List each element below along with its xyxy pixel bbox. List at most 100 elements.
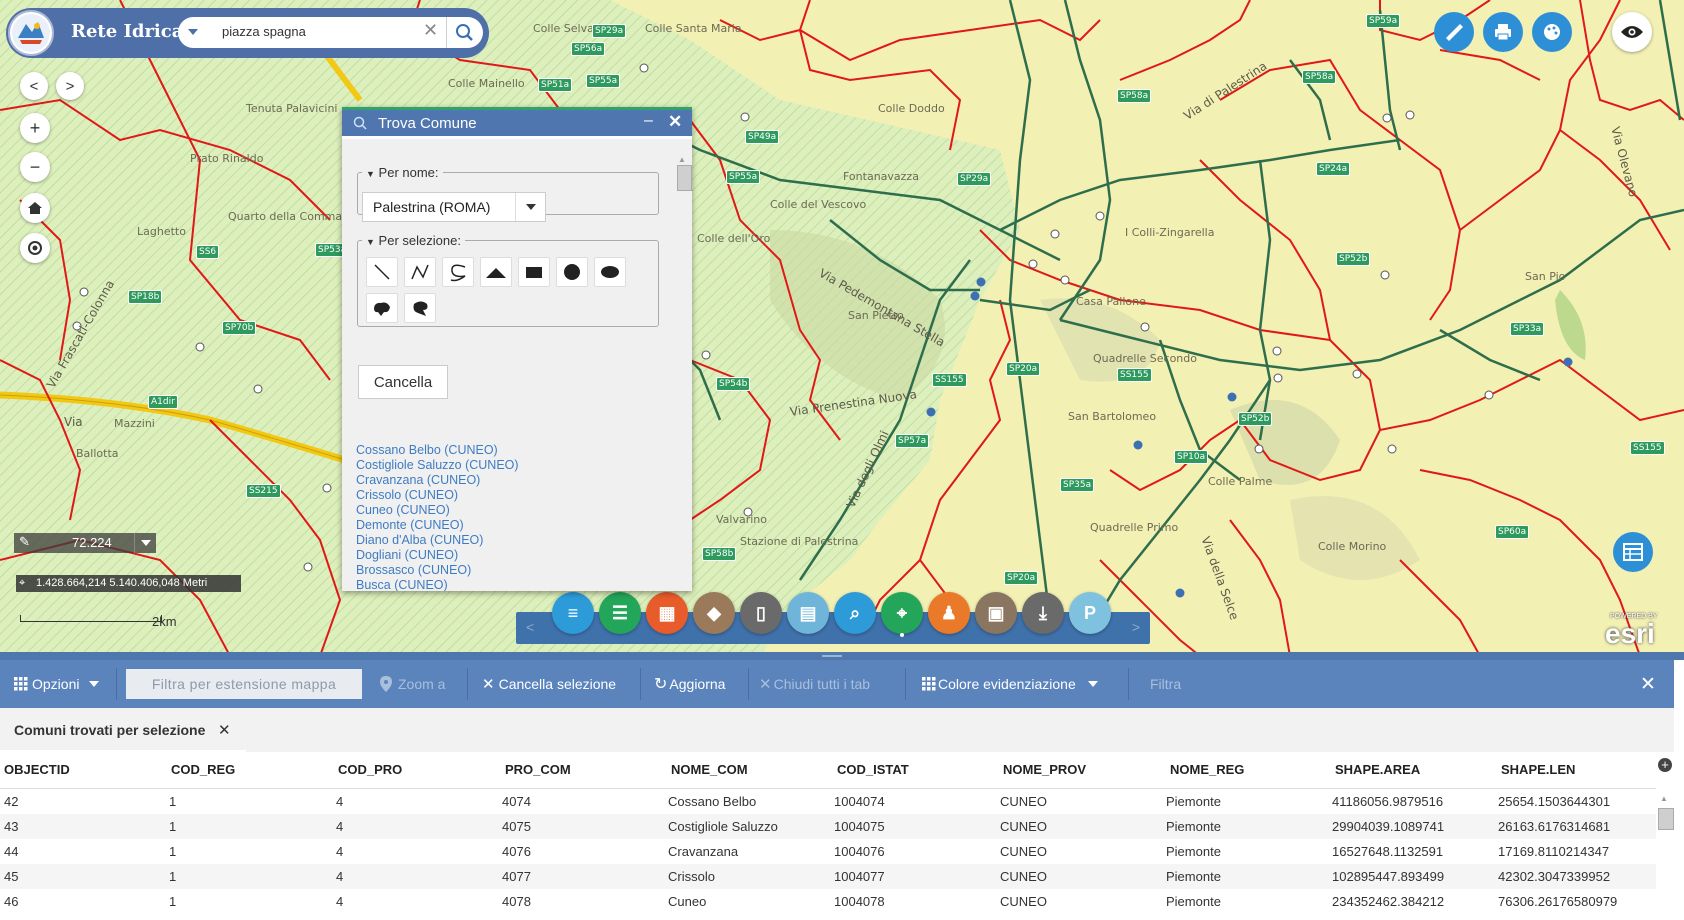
comune-result-link[interactable]: Diano d'Alba (CUNEO): [356, 533, 666, 548]
dock-next-arrow[interactable]: >: [1132, 619, 1140, 635]
table-row[interactable]: 43 1 4 4075 Costigliole Saluzzo 1004075 CUNEO P…: [0, 814, 1656, 839]
comune-result-link[interactable]: Demonte (CUNEO): [356, 518, 666, 533]
previous-extent-button[interactable]: <: [20, 72, 48, 100]
measure-widget[interactable]: ✎ 72.224: [14, 533, 156, 553]
dock-grid-widgets-button[interactable]: ▦: [646, 592, 688, 634]
clear-selection-button[interactable]: ✕ Cancella selezione: [482, 660, 616, 708]
draw-rectangle-tool[interactable]: [518, 257, 550, 287]
comune-result-link[interactable]: Busca (CUNEO): [356, 578, 666, 591]
draw-freehand-tool[interactable]: [442, 257, 474, 287]
dock-info-button[interactable]: ♟: [928, 592, 970, 634]
draw-polyline-tool[interactable]: [404, 257, 436, 287]
options-menu[interactable]: Opzioni: [14, 660, 100, 708]
dock-draw-button[interactable]: ▯: [740, 592, 782, 634]
dock-map-search-button[interactable]: ⌖: [881, 592, 923, 634]
panel-splitter[interactable]: [0, 652, 1684, 660]
collapse-icon[interactable]: ▼: [366, 169, 375, 179]
dock-layers-button[interactable]: ≡: [552, 592, 594, 634]
table-scrollbar[interactable]: + ▲: [1656, 752, 1674, 920]
pdf-icon: P: [1083, 602, 1096, 623]
column-header[interactable]: COD_REG: [171, 762, 235, 777]
scroll-thumb[interactable]: [1658, 808, 1674, 830]
clear-search-icon[interactable]: ✕: [423, 20, 438, 41]
road-shield-label: SS155: [1630, 441, 1665, 455]
minimize-icon[interactable]: –: [644, 112, 653, 130]
app-logo[interactable]: [8, 10, 54, 56]
refresh-button[interactable]: ↻ Aggiorna: [654, 660, 725, 708]
dock-list-button[interactable]: ☰: [599, 592, 641, 634]
add-column-icon[interactable]: +: [1658, 758, 1672, 772]
my-location-button[interactable]: [20, 233, 50, 263]
close-icon: ✕: [482, 676, 495, 693]
search-input[interactable]: [220, 23, 404, 40]
scroll-up-icon[interactable]: ▲: [1660, 794, 1668, 803]
table-row[interactable]: 46 1 4 4078 Cuneo 1004078 CUNEO Piemonte 2343524…: [0, 889, 1656, 914]
draw-line-tool[interactable]: [366, 257, 398, 287]
print-button[interactable]: [1483, 12, 1523, 52]
basemap-gallery-button[interactable]: [1532, 12, 1572, 52]
filter-button[interactable]: Filtra: [1150, 660, 1181, 708]
column-header[interactable]: NOME_COM: [671, 762, 748, 777]
filter-by-extent-button[interactable]: Filtra per estensione mappa: [126, 669, 362, 699]
zoom-to-button[interactable]: Zoom a: [380, 660, 445, 708]
comune-result-link[interactable]: Cuneo (CUNEO): [356, 503, 666, 518]
close-tab-icon[interactable]: ✕: [218, 721, 231, 739]
close-all-tabs-button[interactable]: ✕ Chiudi tutti i tab: [759, 660, 870, 708]
comune-select[interactable]: Palestrina (ROMA): [362, 192, 546, 222]
table-row[interactable]: 45 1 4 4077 Crissolo 1004077 CUNEO Piemonte 1028…: [0, 864, 1656, 889]
comune-result-link[interactable]: Dogliani (CUNEO): [356, 548, 666, 563]
comune-result-link[interactable]: Cossano Belbo (CUNEO): [356, 443, 666, 458]
dock-document-button[interactable]: ▤: [787, 592, 829, 634]
highlight-color-menu[interactable]: Colore evidenziazione: [922, 660, 1098, 708]
map-view[interactable]: Colle Selva Colle Santa Maria Colle Mainel…: [0, 0, 1684, 656]
comune-result-link[interactable]: Brossasco (CUNEO): [356, 563, 666, 578]
dock-download-button[interactable]: ⤓: [1022, 592, 1064, 634]
table-cell: CUNEO: [1000, 844, 1047, 859]
column-header[interactable]: OBJECTID: [4, 762, 70, 777]
measure-dropdown[interactable]: [134, 533, 157, 553]
attribute-table-button[interactable]: [1613, 532, 1653, 572]
table-row[interactable]: 42 1 4 4074 Cossano Belbo 1004074 CUNEO Piemont…: [0, 789, 1656, 814]
next-extent-button[interactable]: >: [56, 72, 84, 100]
cancel-selection-button[interactable]: Cancella: [358, 365, 448, 399]
comune-result-link[interactable]: Crissolo (CUNEO): [356, 488, 666, 503]
column-header[interactable]: SHAPE.LEN: [1501, 762, 1575, 777]
close-table-icon[interactable]: ✕: [1640, 660, 1656, 708]
home-button[interactable]: [20, 193, 50, 223]
zoom-out-button[interactable]: −: [20, 152, 50, 182]
draw-polygon-tool[interactable]: [366, 293, 398, 323]
dock-prev-arrow[interactable]: <: [526, 619, 534, 635]
column-header[interactable]: NOME_PROV: [1003, 762, 1086, 777]
column-header[interactable]: NOME_REG: [1170, 762, 1244, 777]
drag-handle-icon[interactable]: [822, 655, 842, 657]
dock-graduation-cap-button[interactable]: ◆: [693, 592, 735, 634]
comune-dropdown-arrow[interactable]: [515, 193, 546, 221]
table-row[interactable]: 44 1 4 4076 Cravanzana 1004076 CUNEO Piemonte 16…: [0, 839, 1656, 864]
dock-map-legend-button[interactable]: ▣: [975, 592, 1017, 634]
comune-result-link[interactable]: Costigliole Saluzzo (CUNEO): [356, 458, 666, 473]
draw-triangle-tool[interactable]: [480, 257, 512, 287]
zoom-in-button[interactable]: +: [20, 113, 50, 143]
tab-comuni-selezione[interactable]: Comuni trovati per selezione ✕: [0, 708, 246, 753]
draw-ellipse-tool[interactable]: [594, 257, 626, 287]
scroll-up-icon[interactable]: ▲: [678, 155, 686, 164]
dock-search-button[interactable]: ⌕: [834, 592, 876, 634]
close-all-tabs-label: Chiudi tutti i tab: [773, 676, 871, 692]
search-button[interactable]: [446, 17, 481, 48]
column-header[interactable]: COD_ISTAT: [837, 762, 909, 777]
measure-tool-button[interactable]: [1434, 12, 1474, 52]
column-header[interactable]: PRO_COM: [505, 762, 571, 777]
column-header[interactable]: COD_PRO: [338, 762, 402, 777]
collapse-icon[interactable]: ▼: [366, 237, 375, 247]
comune-result-link[interactable]: Cravanzana (CUNEO): [356, 473, 666, 488]
draw-freehand-polygon-tool[interactable]: [404, 293, 436, 323]
dock-pdf-button[interactable]: P: [1069, 592, 1111, 634]
ruler-icon: [1446, 24, 1463, 41]
close-panel-icon[interactable]: ✕: [668, 112, 682, 132]
column-header[interactable]: SHAPE.AREA: [1335, 762, 1420, 777]
table-cell: CUNEO: [1000, 869, 1047, 884]
scroll-thumb[interactable]: [677, 165, 692, 191]
draw-circle-tool[interactable]: [556, 257, 588, 287]
panel-scrollbar[interactable]: ▲: [676, 155, 692, 587]
visibility-toggle-button[interactable]: [1612, 12, 1652, 52]
